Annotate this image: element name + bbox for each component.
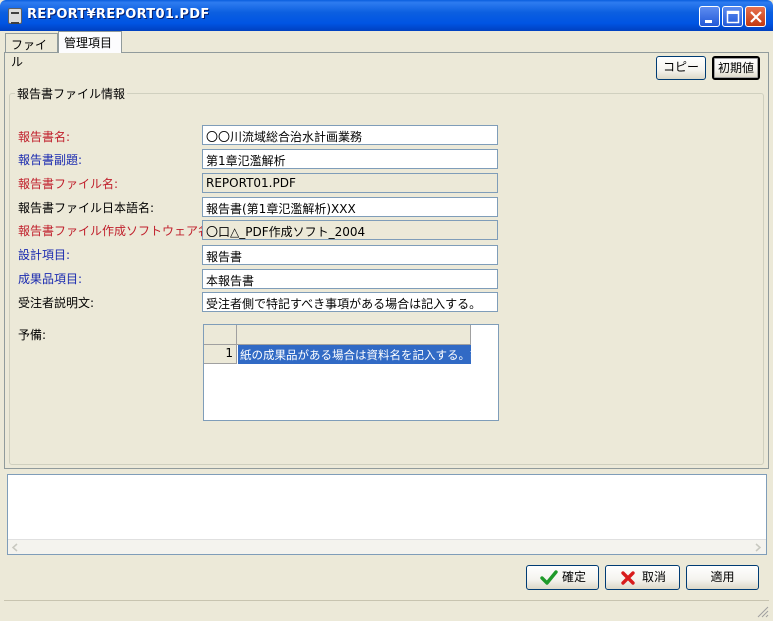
- design-item-field[interactable]: 報告書: [202, 245, 498, 265]
- maximize-icon: [726, 10, 740, 24]
- scroll-left-icon[interactable]: [10, 543, 20, 552]
- group-title: 報告書ファイル情報: [15, 85, 128, 102]
- close-button[interactable]: [745, 6, 766, 27]
- horizontal-scrollbar[interactable]: [8, 539, 766, 554]
- status-separator: [4, 600, 769, 601]
- scroll-right-icon[interactable]: [753, 543, 763, 552]
- deliverable-item-label: 成果品項目:: [18, 272, 83, 286]
- report-file-japanese-name-label: 報告書ファイル日本語名:: [18, 201, 155, 215]
- window-title: REPORT¥REPORT01.PDF: [27, 7, 210, 22]
- grid-row-number: 1: [204, 345, 237, 364]
- resize-grip-icon[interactable]: [755, 604, 769, 618]
- default-values-button[interactable]: 初期値: [712, 56, 760, 80]
- report-subtitle-field[interactable]: 第1章氾濫解析: [202, 149, 498, 169]
- report-name-label: 報告書名:: [18, 130, 71, 144]
- report-file-name-label: 報告書ファイル名:: [18, 177, 119, 191]
- contractor-description-label: 受注者説明文:: [18, 296, 95, 310]
- report-name-field[interactable]: 〇〇川流域総合治水計画業務: [202, 125, 498, 145]
- grid-cell-selected[interactable]: 紙の成果品がある場合は資料名を記入する。記: [238, 345, 471, 364]
- minimize-button[interactable]: [699, 6, 720, 27]
- report-file-japanese-name-field[interactable]: 報告書(第1章氾濫解析)XXX: [202, 197, 498, 217]
- tab-management-items[interactable]: 管理項目: [58, 31, 122, 53]
- contractor-description-field[interactable]: 受注者側で特記すべき事項がある場合は記入する。: [202, 292, 498, 312]
- cancel-x-icon: [621, 571, 635, 585]
- cancel-button[interactable]: 取消: [605, 565, 680, 590]
- report-software-name-field[interactable]: 〇口△_PDF作成ソフト_2004: [202, 220, 498, 240]
- close-icon: [750, 11, 762, 23]
- report-subtitle-label: 報告書副題:: [18, 153, 83, 167]
- maximize-button[interactable]: [722, 6, 743, 27]
- report-file-name-field[interactable]: REPORT01.PDF: [202, 173, 498, 193]
- apply-button[interactable]: 適用: [686, 565, 759, 590]
- grid-corner-header: [204, 325, 237, 345]
- cancel-label: 取消: [642, 570, 667, 584]
- copy-button[interactable]: コピー: [656, 56, 706, 80]
- reserve-label: 予備:: [18, 328, 47, 342]
- document-icon: [8, 8, 22, 24]
- report-software-name-label: 報告書ファイル作成ソフトウェア名:: [18, 224, 215, 238]
- confirm-button[interactable]: 確定: [526, 565, 599, 590]
- design-item-label: 設計項目:: [18, 248, 71, 262]
- deliverable-item-field[interactable]: 本報告書: [202, 269, 498, 289]
- reserve-grid[interactable]: 1 紙の成果品がある場合は資料名を記入する。記: [203, 324, 499, 421]
- grid-column-header[interactable]: [237, 325, 471, 345]
- tab-file[interactable]: ファイル: [5, 33, 58, 69]
- checkmark-icon: [540, 570, 558, 585]
- minimize-icon: [705, 20, 712, 23]
- confirm-label: 確定: [562, 570, 587, 584]
